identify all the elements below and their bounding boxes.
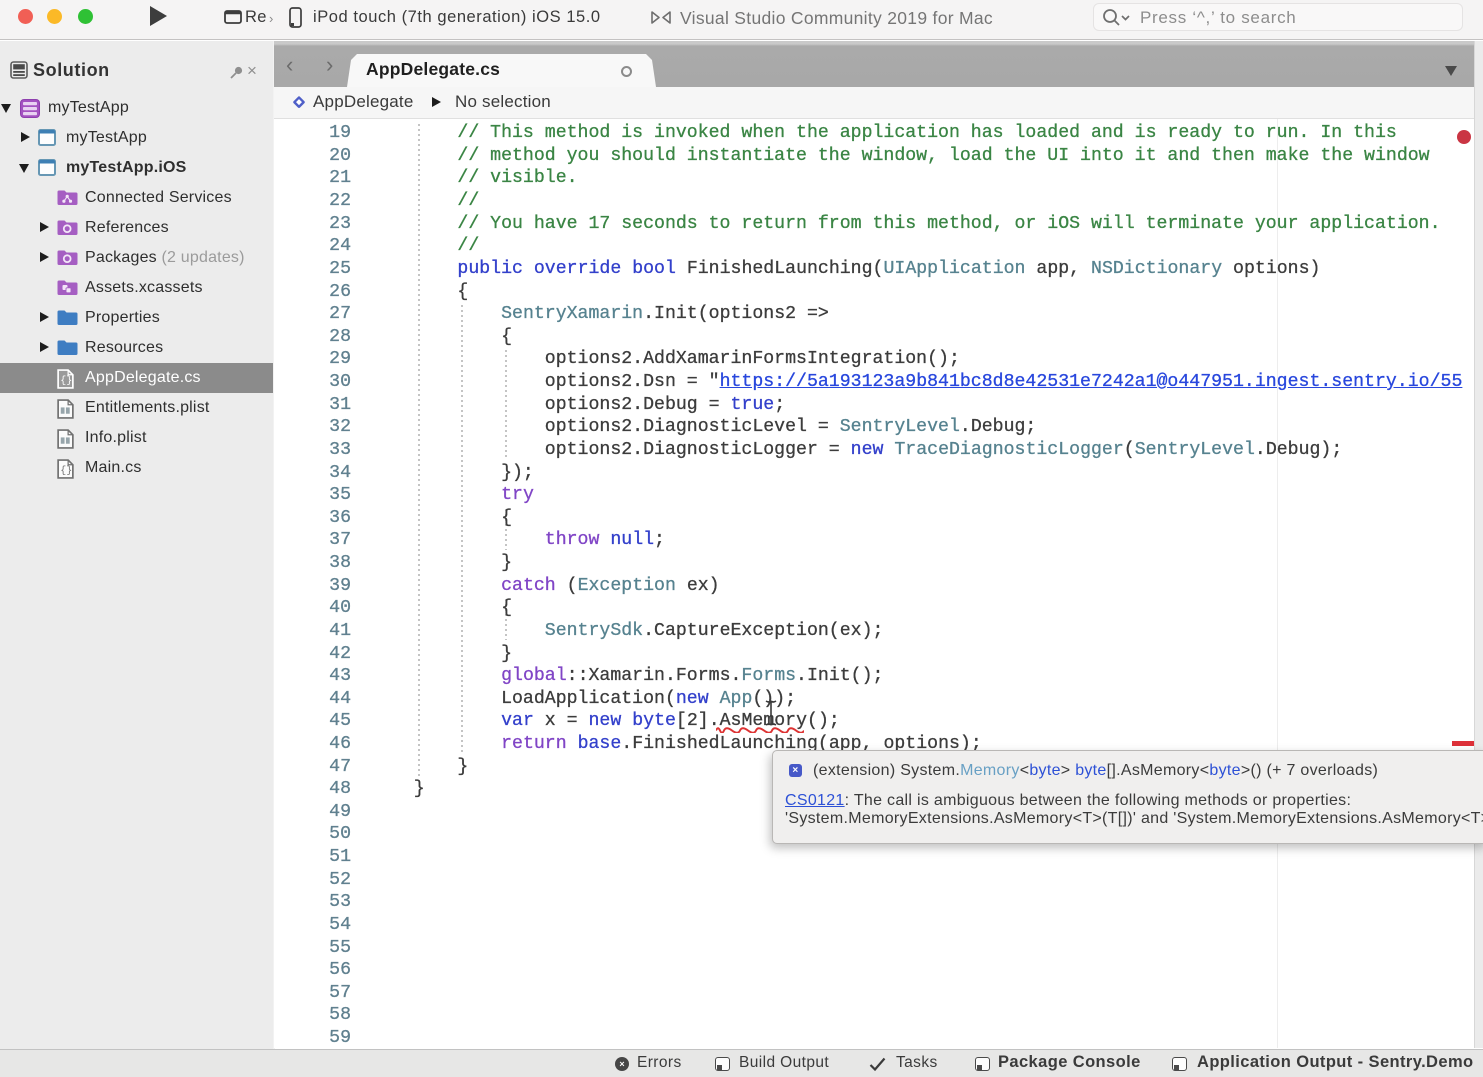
svg-text:{}: {} (60, 375, 72, 387)
svg-text:{}: {} (60, 465, 72, 477)
